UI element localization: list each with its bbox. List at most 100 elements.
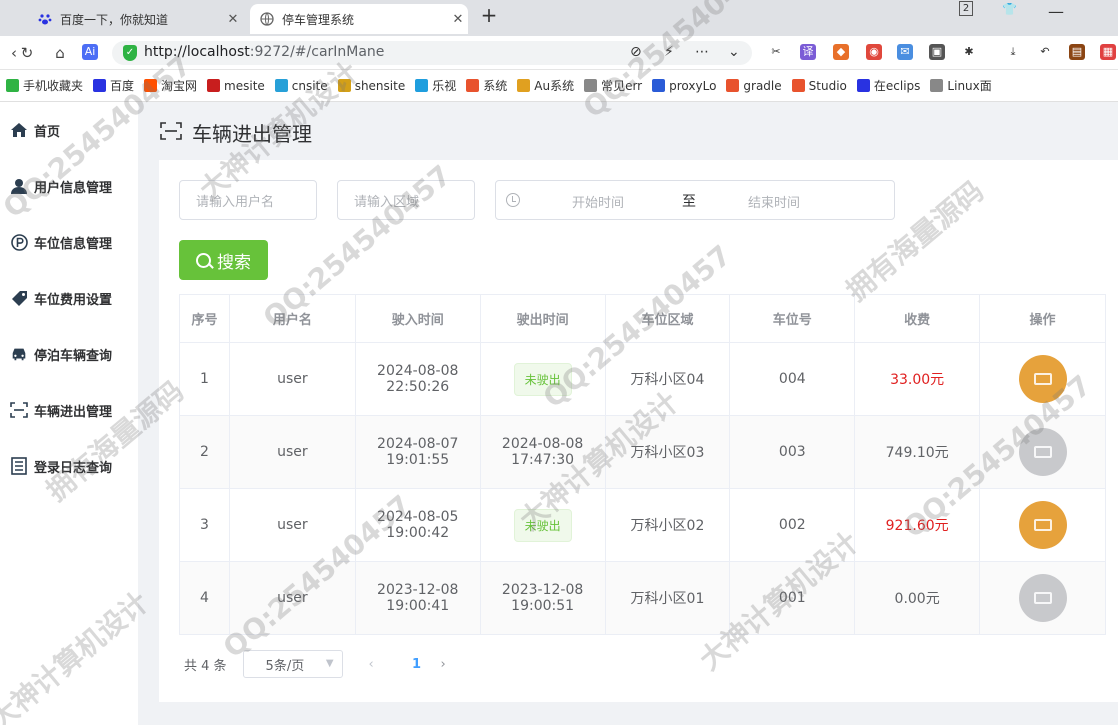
sidebar-item-label: 用户信息管理 bbox=[34, 180, 113, 196]
price-tag-icon bbox=[10, 289, 28, 307]
exit-ticket-button[interactable] bbox=[1018, 355, 1067, 403]
sidebar-item-label: 车辆进出管理 bbox=[34, 404, 113, 420]
date-range-picker[interactable]: 开始时间 至 结束时间 bbox=[495, 180, 895, 220]
bookmark-item[interactable]: 淘宝网 bbox=[144, 77, 197, 94]
sidebar-item-login-logs[interactable]: 登录日志查询 bbox=[0, 438, 138, 494]
bookmark-label: 百度 bbox=[110, 79, 135, 93]
bookmark-label: 淘宝网 bbox=[161, 79, 198, 93]
window-icon[interactable]: ▣ bbox=[929, 44, 945, 60]
url-field[interactable]: ✓ http://localhost:9272/#/carInMane ⊘ ⚡ … bbox=[112, 41, 752, 65]
cell-out-time: 未驶出 bbox=[479, 488, 606, 562]
minimize-icon[interactable]: — bbox=[1048, 2, 1064, 21]
exit-ticket-button[interactable] bbox=[1018, 574, 1067, 622]
sidebar-item-users[interactable]: 用户信息管理 bbox=[0, 158, 138, 214]
cell-spot: 003 bbox=[729, 415, 856, 489]
ticket-icon bbox=[1033, 519, 1052, 531]
globe-icon bbox=[260, 12, 274, 26]
undo-icon[interactable]: ↶ bbox=[1037, 44, 1053, 60]
sidebar-item-home[interactable]: 首页 bbox=[0, 102, 138, 158]
weibo-icon[interactable]: ◉ bbox=[866, 44, 882, 60]
cell-username: user bbox=[228, 415, 356, 489]
username-input[interactable]: 请输入用户名 bbox=[179, 180, 317, 220]
bookmark-item[interactable]: shensite bbox=[337, 78, 406, 93]
bookmark-item[interactable]: 系统 bbox=[466, 77, 507, 94]
cell-action bbox=[979, 342, 1106, 416]
page-title-text: 车辆进出管理 bbox=[192, 122, 312, 146]
extensions-icon[interactable]: ✱ bbox=[961, 44, 977, 60]
bookmark-icon bbox=[584, 79, 598, 92]
chevron-down-icon: ▼ bbox=[325, 658, 334, 669]
translate-icon[interactable]: 译 bbox=[800, 44, 816, 60]
cell-action bbox=[979, 561, 1106, 635]
content-panel: 请输入用户名 请输入区域 开始时间 至 结束时间 搜索 序号 用户名 驶入时间 … bbox=[159, 160, 1118, 702]
sidebar-item-fees[interactable]: 车位费用设置 bbox=[0, 270, 138, 326]
bookmark-label: cnsite bbox=[291, 78, 328, 93]
briefcase-icon[interactable]: ▤ bbox=[1069, 44, 1085, 60]
bookmark-item[interactable]: 手机收藏夹 bbox=[6, 77, 83, 94]
start-time-input[interactable]: 开始时间 bbox=[572, 192, 624, 211]
game-icon[interactable]: ◆ bbox=[833, 44, 849, 60]
cell-username: user bbox=[228, 561, 356, 635]
download-icon[interactable]: ⤓ bbox=[1005, 44, 1021, 60]
chevron-down-icon[interactable]: ⌄ bbox=[728, 44, 740, 60]
page-title: 车辆进出管理 bbox=[160, 118, 312, 147]
cell-index: 3 bbox=[179, 488, 230, 562]
bookmark-label: 乐视 bbox=[432, 79, 457, 93]
home-icon[interactable]: ⌂ bbox=[50, 43, 70, 63]
mail-icon[interactable]: ✉ bbox=[897, 44, 913, 60]
exit-ticket-button[interactable] bbox=[1018, 501, 1067, 549]
compass-icon[interactable]: ⊘ bbox=[630, 44, 642, 60]
sidebar-item-vehicle-inout[interactable]: 车辆进出管理 bbox=[0, 382, 138, 438]
sidebar-item-parked-cars[interactable]: 停泊车辆查询 bbox=[0, 326, 138, 382]
page-number[interactable]: 1 bbox=[407, 657, 427, 672]
range-separator: 至 bbox=[682, 194, 696, 210]
browser-tab-active[interactable]: 停车管理系统 ✕ bbox=[250, 4, 468, 34]
exit-ticket-button[interactable] bbox=[1018, 428, 1067, 476]
sidebar-item-spots[interactable]: 车位信息管理 bbox=[0, 214, 138, 270]
close-icon[interactable]: ✕ bbox=[223, 12, 243, 27]
search-button[interactable]: 搜索 bbox=[179, 240, 268, 280]
prev-page-icon[interactable]: ‹ bbox=[369, 657, 389, 672]
bookmark-item[interactable]: cnsite bbox=[274, 78, 328, 93]
area-input[interactable]: 请输入区域 bbox=[337, 180, 475, 220]
bookmark-item[interactable]: mesite bbox=[207, 79, 265, 93]
sidebar-item-label: 车位信息管理 bbox=[34, 236, 113, 252]
car-icon bbox=[10, 345, 28, 363]
bookmark-item[interactable]: 在eclips bbox=[856, 77, 920, 94]
bookmark-label: Au系统 bbox=[534, 79, 575, 93]
bookmark-icon bbox=[517, 79, 531, 92]
bookmark-item[interactable]: 乐视 bbox=[415, 77, 456, 94]
bookmark-item[interactable]: Linux面 bbox=[930, 77, 992, 94]
bookmark-item[interactable]: proxyLo bbox=[652, 79, 716, 93]
bookmark-label: proxyLo bbox=[669, 78, 717, 93]
next-page-icon[interactable]: › bbox=[441, 657, 446, 672]
new-tab-button[interactable]: + bbox=[478, 5, 500, 27]
bookmark-item[interactable]: Studio bbox=[791, 79, 847, 93]
close-icon[interactable]: ✕ bbox=[448, 12, 468, 27]
app-icon[interactable]: ▦ bbox=[1100, 44, 1116, 60]
bookmarks-bar: 手机收藏夹 百度 淘宝网 mesite cnsite shensite 乐视 系统 Au系统 常见… bbox=[0, 70, 1118, 102]
cell-area: 万科小区03 bbox=[604, 415, 731, 489]
bookmark-label: shensite bbox=[354, 78, 406, 93]
more-icon[interactable]: ⋯ bbox=[695, 44, 709, 60]
bookmark-item[interactable]: Au系统 bbox=[517, 77, 574, 94]
ai-icon[interactable]: Ai bbox=[82, 44, 98, 60]
reload-icon[interactable]: ↻ bbox=[17, 43, 37, 63]
bookmark-icon bbox=[466, 79, 480, 92]
table-row: 3 user 2024-08-05 19:00:42 未驶出 万科小区02 00… bbox=[179, 488, 1106, 562]
cell-action bbox=[979, 488, 1106, 562]
browser-tab[interactable]: 百度一下，你就知道 ✕ bbox=[28, 4, 243, 34]
bookmark-item[interactable]: 常见err bbox=[584, 77, 642, 94]
bookmark-item[interactable]: gradle bbox=[726, 79, 782, 93]
tab-title: 停车管理系统 bbox=[282, 12, 355, 27]
window-count-badge[interactable]: 2 bbox=[959, 1, 973, 16]
lightning-icon[interactable]: ⚡ bbox=[664, 44, 674, 60]
end-time-input[interactable]: 结束时间 bbox=[748, 192, 800, 211]
cell-spot: 001 bbox=[729, 561, 856, 635]
scissors-icon[interactable]: ✂ bbox=[768, 44, 784, 60]
page-size-select[interactable]: 5条/页 ▼ bbox=[242, 650, 343, 678]
cell-area: 万科小区04 bbox=[604, 342, 731, 416]
bookmark-item[interactable]: 百度 bbox=[93, 77, 134, 94]
shirt-icon[interactable]: 👕 bbox=[1002, 2, 1017, 16]
bookmark-label: Linux面 bbox=[947, 79, 992, 93]
